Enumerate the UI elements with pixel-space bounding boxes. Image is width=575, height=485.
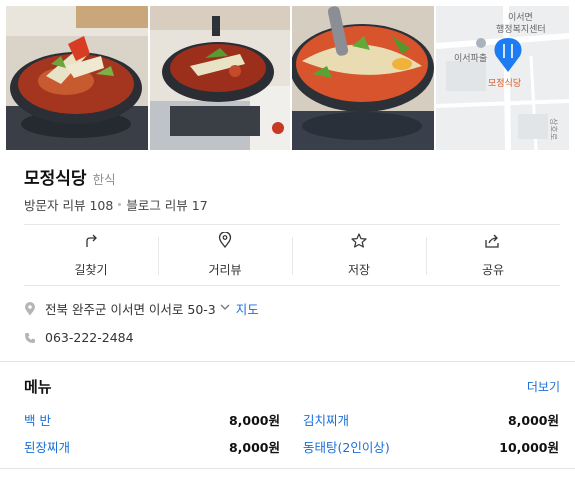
star-icon bbox=[351, 232, 367, 252]
action-bar: 길찾기 거리뷰 저장 공유 bbox=[24, 225, 560, 285]
place-name[interactable]: 모정식당 bbox=[24, 164, 87, 189]
phone-row: 063-222-2484 bbox=[24, 330, 134, 345]
title-row: 모정식당 한식 bbox=[24, 164, 116, 189]
menu-item-price: 10,000원 bbox=[499, 440, 559, 455]
location-pin-icon bbox=[24, 301, 36, 316]
chevron-down-icon[interactable] bbox=[220, 303, 230, 314]
map-thumbnail[interactable]: 이서면 행정복지센터 이서파출 모정식당 상호로 bbox=[436, 6, 569, 150]
street-view-icon bbox=[218, 231, 232, 252]
svg-text:이서면: 이서면 bbox=[508, 12, 533, 23]
street-view-label: 거리뷰 bbox=[208, 263, 242, 277]
street-view-button[interactable]: 거리뷰 bbox=[158, 225, 292, 285]
section-divider bbox=[0, 361, 575, 362]
map-link[interactable]: 지도 bbox=[236, 299, 259, 318]
menu-item-price: 8,000원 bbox=[228, 440, 280, 455]
visitor-reviews-link[interactable]: 방문자 리뷰 108 bbox=[24, 195, 113, 214]
more-menu-link[interactable]: 더보기 bbox=[527, 378, 560, 395]
phone-number[interactable]: 063-222-2484 bbox=[45, 330, 134, 345]
menu-item-name: 백 반 bbox=[24, 413, 51, 428]
blog-reviews-link[interactable]: 블로그 리뷰 17 bbox=[126, 195, 207, 214]
menu-item[interactable]: 김치찌개 8,000원 bbox=[303, 410, 559, 429]
share-icon bbox=[485, 233, 501, 252]
directions-button[interactable]: 길찾기 bbox=[24, 225, 158, 285]
place-category: 한식 bbox=[92, 172, 116, 187]
address-row: 전북 완주군 이서면 이서로 50-3 지도 bbox=[24, 299, 259, 318]
share-button[interactable]: 공유 bbox=[426, 225, 560, 285]
food-photo-1[interactable] bbox=[6, 6, 148, 150]
food-photo-3[interactable] bbox=[292, 6, 434, 150]
menu-item-name: 김치찌개 bbox=[303, 413, 350, 428]
menu-item-price: 8,000원 bbox=[507, 413, 559, 428]
svg-text:이서파출: 이서파출 bbox=[454, 53, 487, 64]
save-label: 저장 bbox=[347, 262, 371, 277]
save-button[interactable]: 저장 bbox=[292, 225, 426, 285]
divider bbox=[24, 285, 560, 286]
separator-dot bbox=[118, 203, 122, 206]
food-photo-2[interactable] bbox=[150, 6, 290, 150]
menu-heading: 메뉴 bbox=[24, 378, 52, 396]
svg-text:행정복지센터: 행정복지센터 bbox=[496, 23, 546, 35]
menu-item[interactable]: 된장찌개 8,000원 bbox=[24, 437, 280, 456]
svg-text:상호로: 상호로 bbox=[549, 118, 559, 140]
menu-item[interactable]: 동태탕(2인이상) 10,000원 bbox=[303, 437, 559, 456]
address-text[interactable]: 전북 완주군 이서면 이서로 50-3 bbox=[45, 299, 216, 318]
menu-item-name: 된장찌개 bbox=[24, 440, 71, 455]
menu-item[interactable]: 백 반 8,000원 bbox=[24, 410, 280, 429]
review-counts: 방문자 리뷰 108 블로그 리뷰 17 bbox=[24, 195, 208, 214]
svg-text:모정식당: 모정식당 bbox=[488, 78, 521, 89]
directions-icon bbox=[84, 233, 98, 252]
photo-strip: 이서면 행정복지센터 이서파출 모정식당 상호로 bbox=[6, 6, 569, 150]
share-label: 공유 bbox=[481, 262, 505, 277]
section-divider bbox=[0, 468, 575, 469]
phone-icon bbox=[24, 332, 36, 344]
menu-item-price: 8,000원 bbox=[228, 413, 280, 428]
directions-label: 길찾기 bbox=[74, 262, 108, 277]
menu-item-name: 동태탕(2인이상) bbox=[303, 440, 390, 455]
